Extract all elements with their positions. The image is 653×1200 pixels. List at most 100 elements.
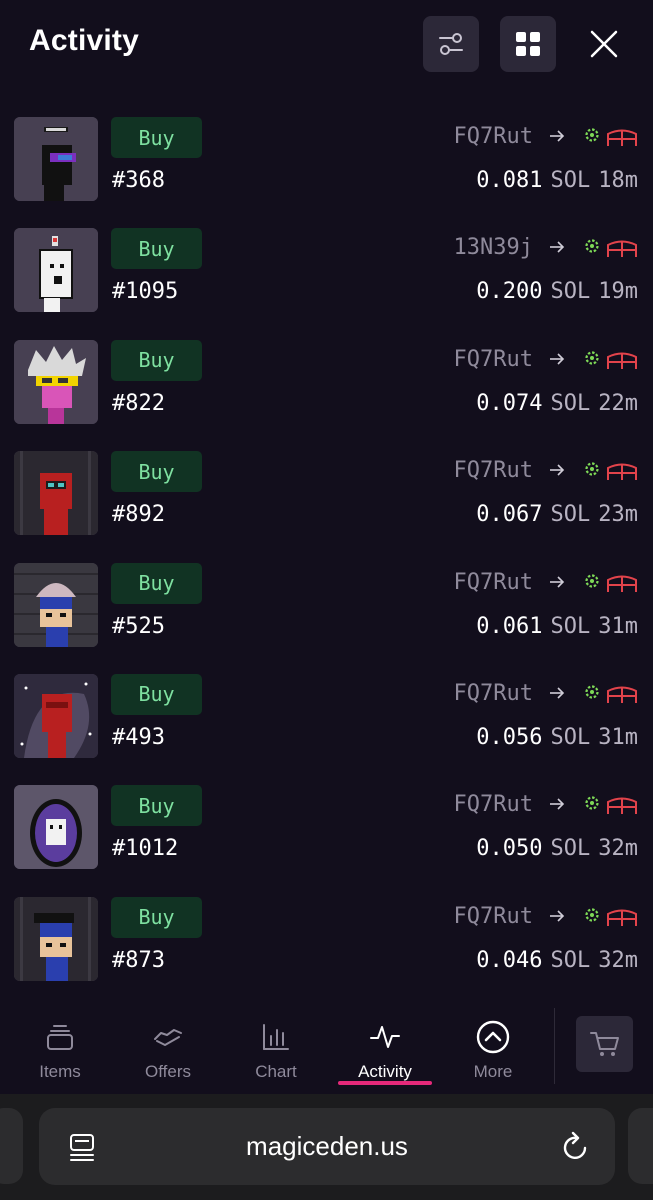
- buy-badge: Buy: [111, 117, 202, 158]
- nav-chart[interactable]: Chart: [226, 1020, 326, 1090]
- token-id[interactable]: #525: [112, 614, 165, 639]
- buy-badge: Buy: [111, 673, 202, 715]
- price-value: 0.074: [476, 390, 543, 416]
- gear-icon: [585, 796, 599, 810]
- activity-row[interactable]: Buy #493 FQ7Rut 0.056 SOL 31m: [0, 669, 653, 780]
- arrow-right-icon: [550, 687, 565, 699]
- address-bar[interactable]: magiceden.us: [39, 1108, 615, 1185]
- arrow-right-icon: [550, 130, 565, 142]
- gear-icon: [585, 908, 599, 922]
- buy-badge: Buy: [111, 562, 202, 604]
- nav-divider: [554, 1008, 555, 1084]
- nft-image: [14, 339, 98, 424]
- token-id[interactable]: #493: [112, 725, 165, 750]
- nft-thumbnail[interactable]: [14, 673, 98, 758]
- gear-icon: [585, 351, 599, 365]
- pulse-icon: [370, 1026, 400, 1048]
- nav-label: Activity: [358, 1062, 412, 1081]
- nft-image: [14, 896, 98, 981]
- nav-more[interactable]: More: [443, 1020, 543, 1090]
- activity-row[interactable]: Buy #873 FQ7Rut 0.046 SOL 32m: [0, 892, 653, 1003]
- nav-items[interactable]: Items: [10, 1020, 110, 1090]
- price-line: 0.067 SOL 23m: [476, 502, 638, 527]
- bottom-nav: Items Offers Chart Activity More: [0, 1004, 653, 1092]
- activity-row[interactable]: Buy #1095 13N39j 0.200 SOL 19m: [0, 223, 653, 334]
- nft-image: [14, 117, 98, 201]
- nav-label: Offers: [145, 1062, 191, 1081]
- price-line: 0.046 SOL 32m: [476, 948, 638, 973]
- token-id[interactable]: #1095: [112, 279, 178, 304]
- arrow-right-icon: [550, 464, 565, 476]
- token-id[interactable]: #368: [112, 168, 165, 193]
- next-tab[interactable]: [628, 1108, 653, 1184]
- nft-thumbnail[interactable]: [14, 117, 98, 201]
- marketplace-icon: [607, 129, 637, 146]
- token-id[interactable]: #873: [112, 948, 165, 973]
- nav-label: More: [473, 1062, 513, 1081]
- token-id[interactable]: #892: [112, 502, 165, 527]
- buyer-address[interactable]: FQ7Rut: [454, 458, 533, 483]
- nft-image: [14, 451, 98, 536]
- nft-thumbnail[interactable]: [14, 451, 98, 536]
- time-ago: 19m: [598, 279, 638, 305]
- activity-row[interactable]: Buy #525 FQ7Rut 0.061 SOL 31m: [0, 558, 653, 669]
- filter-button[interactable]: [423, 16, 479, 72]
- buyer-address[interactable]: FQ7Rut: [454, 347, 533, 372]
- close-button[interactable]: [582, 22, 626, 66]
- header: Activity: [0, 0, 653, 90]
- time-ago: 18m: [598, 168, 638, 193]
- reload-icon[interactable]: [561, 1130, 591, 1162]
- marketplace-icon: [607, 240, 637, 258]
- time-ago: 31m: [598, 724, 638, 750]
- gear-icon: [585, 685, 599, 699]
- price-unit: SOL: [550, 836, 591, 862]
- buyer-address[interactable]: FQ7Rut: [454, 124, 533, 149]
- nft-thumbnail[interactable]: [14, 562, 98, 647]
- price-value: 0.067: [476, 502, 543, 528]
- nft-image: [14, 228, 98, 313]
- gear-icon: [585, 462, 599, 476]
- buy-badge: Buy: [111, 228, 202, 270]
- nav-label: Chart: [255, 1062, 297, 1081]
- marketplace-icon: [607, 686, 637, 703]
- nav-activity[interactable]: Activity: [335, 1020, 435, 1090]
- price-unit: SOL: [550, 502, 591, 528]
- price-unit: SOL: [550, 390, 591, 416]
- activity-row[interactable]: Buy #1012 FQ7Rut 0.050 SOL 32m: [0, 780, 653, 891]
- token-id[interactable]: #822: [112, 391, 165, 416]
- bar-chart-icon: [263, 1024, 289, 1050]
- arrow-right-icon: [550, 910, 565, 922]
- nft-image: [14, 785, 98, 870]
- activity-row[interactable]: Buy #368 FQ7Rut 0.081 SOL 18m: [0, 112, 653, 223]
- gear-icon: [585, 128, 599, 142]
- activity-row[interactable]: Buy #892 FQ7Rut 0.067 SOL 23m: [0, 446, 653, 557]
- marketplace-icon: [607, 463, 637, 481]
- cart-button[interactable]: [576, 1016, 633, 1072]
- activity-row[interactable]: Buy #822 FQ7Rut 0.074 SOL 22m: [0, 335, 653, 446]
- nav-offers[interactable]: Offers: [118, 1020, 218, 1090]
- buyer-address[interactable]: 13N39j: [454, 235, 533, 260]
- buyer-address[interactable]: FQ7Rut: [454, 681, 533, 706]
- nft-thumbnail[interactable]: [14, 228, 98, 313]
- token-id[interactable]: #1012: [112, 836, 178, 861]
- nft-thumbnail[interactable]: [14, 785, 98, 870]
- buyer-address[interactable]: FQ7Rut: [454, 570, 533, 595]
- price-unit: SOL: [550, 724, 591, 750]
- buy-badge: Buy: [111, 896, 202, 938]
- buyer-address[interactable]: FQ7Rut: [454, 904, 533, 929]
- price-unit: SOL: [550, 168, 591, 193]
- url-text[interactable]: magiceden.us: [39, 1108, 615, 1185]
- price-line: 0.050 SOL 32m: [476, 836, 638, 861]
- nft-thumbnail[interactable]: [14, 896, 98, 981]
- previous-tab[interactable]: [0, 1108, 23, 1184]
- gear-icon: [585, 239, 599, 253]
- time-ago: 32m: [598, 947, 638, 973]
- price-unit: SOL: [550, 279, 591, 305]
- buyer-address[interactable]: FQ7Rut: [454, 792, 533, 817]
- nft-thumbnail[interactable]: [14, 339, 98, 424]
- handshake-icon: [154, 1029, 182, 1046]
- close-icon: [590, 30, 618, 58]
- arrow-right-icon: [550, 575, 565, 588]
- time-ago: 23m: [598, 502, 638, 528]
- grid-view-button[interactable]: [500, 16, 556, 72]
